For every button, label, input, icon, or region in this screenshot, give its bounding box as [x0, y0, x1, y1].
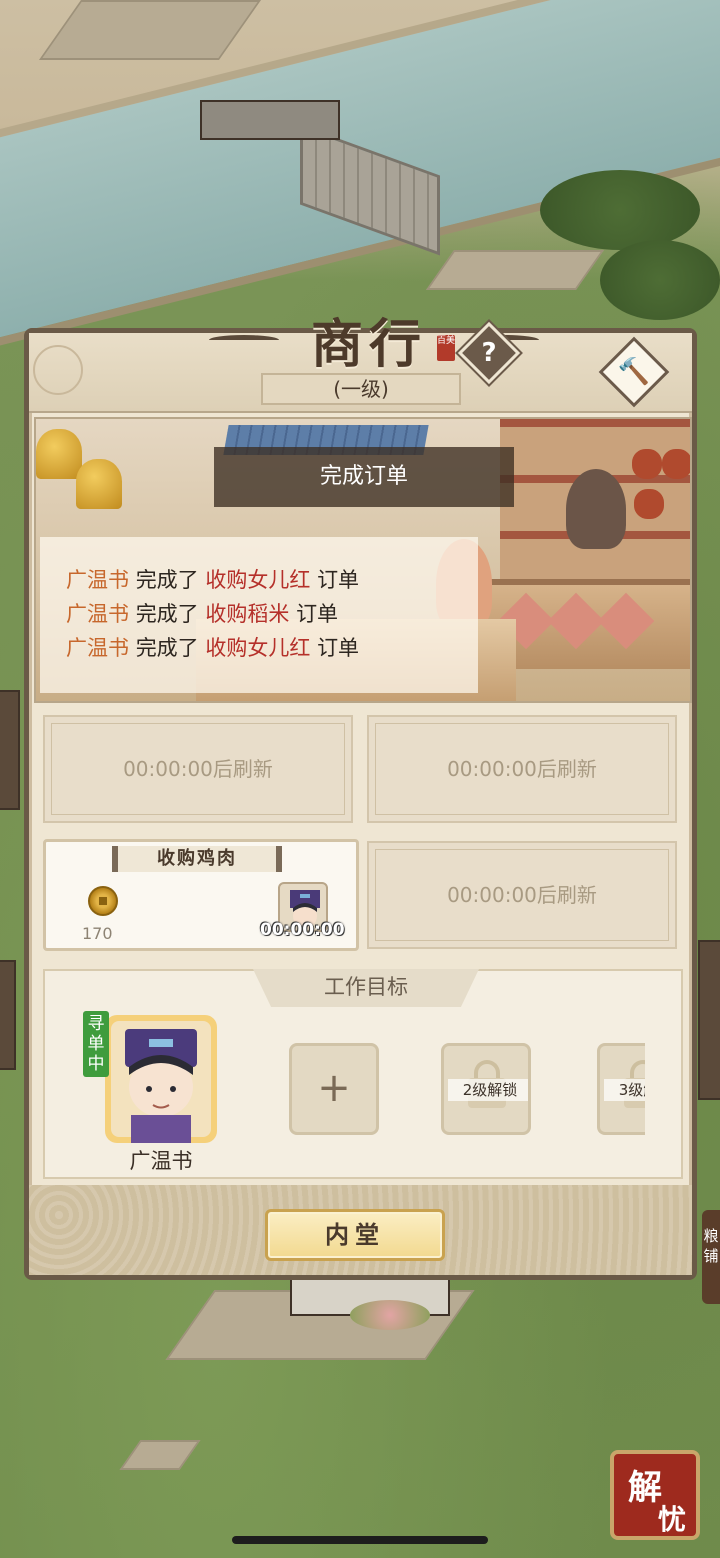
stone-path — [425, 250, 605, 290]
order-slot-empty: 00:00:00后刷新 — [43, 715, 353, 823]
flourish-left — [209, 335, 279, 345]
building-roof — [698, 940, 720, 1100]
upgrade-button[interactable]: 🔨 — [598, 336, 670, 408]
order-slot-empty: 00:00:00后刷新 — [367, 715, 677, 823]
flower-bed — [350, 1300, 430, 1330]
hammer-icon: 🔨 — [617, 357, 651, 387]
order-card-chicken[interactable]: 收购鸡肉 170 00:00:00 — [43, 839, 359, 951]
work-target-section: 工作目标 寻单中 广温书 + 2级解锁 3级 — [43, 969, 683, 1179]
shrub — [540, 170, 700, 250]
seal-stamp: 百美 — [437, 335, 455, 361]
refresh-timer: 00:00:00后刷新 — [447, 757, 597, 781]
trading-house-panel: 商行 百美 ? (一级) 🔨 完成订单 广温书 完成了 收购女儿红 订单 广温书… — [24, 314, 697, 1280]
pavilion-roof — [200, 100, 340, 140]
building-roof — [0, 690, 20, 810]
log-entry: 广温书 完成了 收购女儿红 订单 — [66, 636, 360, 660]
order-timer: 00:00:00 — [260, 920, 345, 940]
refresh-timer: 00:00:00后刷新 — [447, 883, 597, 907]
official-portrait-icon — [125, 1029, 197, 1143]
refresh-timer: 00:00:00后刷新 — [123, 757, 273, 781]
worker-card[interactable] — [105, 1015, 217, 1143]
building-roof — [0, 960, 16, 1070]
log-entry: 广温书 完成了 收购女儿红 订单 — [66, 568, 360, 592]
grain-shop-tag[interactable]: 粮铺 — [702, 1210, 720, 1304]
order-slot-empty: 00:00:00后刷新 — [367, 841, 677, 949]
lock-icon — [630, 1060, 645, 1080]
question-icon: ? — [481, 338, 497, 368]
relief-glyph-1: 解 — [628, 1468, 662, 1508]
log-entry: 广温书 完成了 收购稻米 订单 — [66, 602, 339, 626]
unlock-requirement: 3级解锁 — [604, 1079, 645, 1101]
order-log: 广温书 完成了 收购女儿红 订单 广温书 完成了 收购稻米 订单 广温书 完成了… — [40, 537, 478, 693]
locked-slot: 3级解锁 — [597, 1043, 645, 1135]
plus-icon: + — [317, 1065, 351, 1111]
bell-icon — [76, 459, 122, 509]
bell-icon — [36, 429, 82, 479]
stone-path — [119, 1440, 201, 1470]
level-label: (一级) — [261, 373, 461, 405]
lock-icon — [474, 1060, 500, 1080]
wine-jar — [634, 489, 664, 519]
relief-glyph-2: 忧 — [658, 1503, 687, 1536]
unlock-requirement: 2级解锁 — [448, 1079, 528, 1101]
panel-header: 商行 百美 ? (一级) 🔨 — [29, 314, 692, 413]
shrub — [600, 240, 720, 320]
wine-jar — [662, 449, 690, 479]
shopkeeper-figure — [566, 469, 626, 549]
add-worker-button[interactable]: + — [289, 1043, 379, 1135]
worker-name: 广温书 — [129, 1149, 193, 1173]
work-target-tab: 工作目标 — [253, 969, 479, 1007]
reward-amount: 170 — [82, 924, 113, 943]
stone-path — [38, 0, 262, 60]
decor-ring — [33, 345, 83, 395]
inner-hall-button[interactable]: 内堂 — [265, 1209, 445, 1261]
wine-jar — [632, 449, 662, 479]
home-indicator[interactable] — [232, 1536, 488, 1544]
copper-coin-icon — [88, 886, 118, 916]
complete-order-banner: 完成订单 — [214, 447, 514, 507]
locked-slot: 2级解锁 — [441, 1043, 531, 1135]
shop-scene: 完成订单 广温书 完成了 收购女儿红 订单 广温书 完成了 收购稻米 订单 广温… — [34, 417, 692, 703]
order-title: 收购鸡肉 — [112, 846, 282, 872]
seeking-order-tag: 寻单中 — [83, 1011, 109, 1077]
relief-button[interactable]: 解 忧 — [610, 1450, 700, 1540]
